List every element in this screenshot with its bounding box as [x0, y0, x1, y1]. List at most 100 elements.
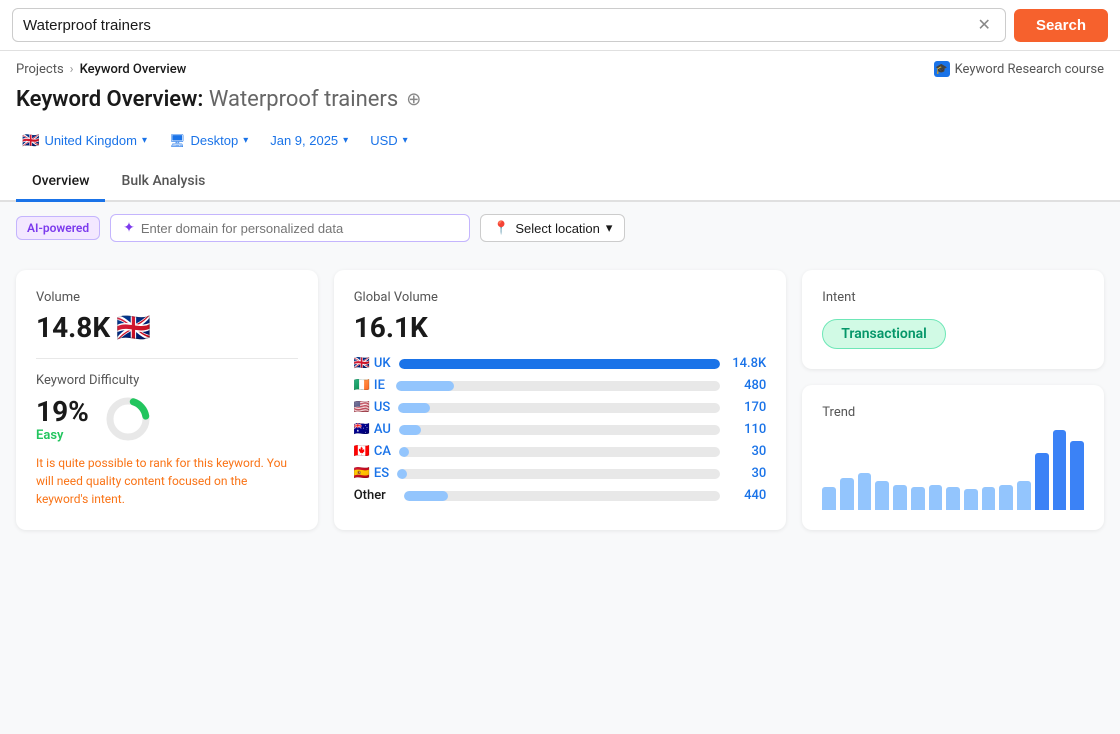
volume-label: Volume — [36, 290, 298, 305]
ie-flag: 🇮🇪 — [354, 378, 370, 393]
page-title: Keyword Overview: Waterproof trainers — [16, 87, 398, 112]
bar-val-us: 170 — [728, 400, 766, 415]
currency-filter[interactable]: USD ▾ — [364, 129, 413, 152]
currency-chevron-icon: ▾ — [403, 135, 408, 146]
bar-track-es — [397, 469, 720, 479]
country-us: 🇺🇸 US — [354, 400, 391, 415]
ai-powered-badge: AI-powered — [16, 216, 100, 240]
keyword-course-link[interactable]: 🎓 Keyword Research course — [934, 61, 1104, 77]
kd-difficulty-label: Easy — [36, 428, 89, 443]
tabs-row: Overview Bulk Analysis — [0, 163, 1120, 202]
trend-bar-6 — [929, 485, 943, 510]
trend-card: Trend — [802, 385, 1104, 530]
bar-fill-uk — [399, 359, 721, 369]
bar-row-au: 🇦🇺 AU 110 — [354, 422, 767, 437]
us-flag: 🇺🇸 — [354, 400, 370, 415]
bar-val-es: 30 — [728, 466, 766, 481]
country-au: 🇦🇺 AU — [354, 422, 391, 437]
es-flag: 🇪🇸 — [354, 466, 370, 481]
location-pin-icon: 📍 — [493, 220, 509, 236]
course-link-label: Keyword Research course — [955, 62, 1104, 77]
breadcrumb-projects[interactable]: Projects — [16, 62, 64, 77]
sparkle-icon: ✦ — [123, 220, 135, 236]
kd-label: Keyword Difficulty — [36, 373, 298, 388]
trend-bar-4 — [893, 485, 907, 510]
course-icon: 🎓 — [934, 61, 950, 77]
trend-bar-13 — [1053, 430, 1067, 510]
ca-flag: 🇨🇦 — [354, 444, 370, 459]
bar-track-uk — [399, 359, 721, 369]
volume-value: 14.8K 🇬🇧 — [36, 311, 298, 344]
bar-row-us: 🇺🇸 US 170 — [354, 400, 767, 415]
country-ca: 🇨🇦 CA — [354, 444, 391, 459]
date-label: Jan 9, 2025 — [270, 133, 338, 148]
ai-bar: AI-powered ✦ 📍 Select location ▾ — [0, 202, 1120, 254]
search-button[interactable]: Search — [1014, 9, 1108, 42]
trend-label: Trend — [822, 405, 1084, 420]
location-chevron-icon: ▾ — [142, 135, 147, 146]
tab-bulk-analysis[interactable]: Bulk Analysis — [105, 163, 221, 202]
location-select-chevron-icon: ▾ — [606, 220, 613, 236]
breadcrumb-bar: Projects › Keyword Overview 🎓 Keyword Re… — [0, 51, 1120, 81]
card-divider — [36, 358, 298, 359]
bar-row-ca: 🇨🇦 CA 30 — [354, 444, 767, 459]
location-filter[interactable]: 🇬🇧 United Kingdom ▾ — [16, 128, 153, 153]
bar-val-au: 110 — [728, 422, 766, 437]
bar-fill-ie — [396, 381, 454, 391]
au-flag: 🇦🇺 — [354, 422, 370, 437]
trend-bar-11 — [1017, 481, 1031, 510]
global-volume-card: Global Volume 16.1K 🇬🇧 UK 14.8K 🇮🇪 IE 48… — [334, 270, 787, 530]
location-select-label: Select location — [515, 221, 600, 236]
filters-row: 🇬🇧 United Kingdom ▾ 🖥 Desktop ▾ Jan 9, 2… — [0, 122, 1120, 163]
bar-val-other: 440 — [728, 488, 766, 503]
location-label: United Kingdom — [44, 133, 137, 148]
country-other: Other — [354, 488, 396, 503]
tab-overview[interactable]: Overview — [16, 163, 105, 202]
bar-val-uk: 14.8K — [728, 356, 766, 371]
trend-bar-1 — [840, 478, 854, 510]
intent-label: Intent — [822, 290, 1084, 305]
bar-track-ca — [399, 447, 720, 457]
bar-track-us — [398, 403, 720, 413]
bar-row-other: Other 440 — [354, 488, 767, 503]
ai-domain-input[interactable] — [141, 221, 457, 236]
device-filter[interactable]: 🖥 Desktop ▾ — [163, 129, 254, 153]
desktop-icon: 🖥 — [169, 133, 186, 149]
kd-percentage: 19% — [36, 395, 89, 428]
global-volume-label: Global Volume — [354, 290, 767, 305]
trend-bar-8 — [964, 489, 978, 510]
bar-fill-other — [404, 491, 448, 501]
uk-flag: 🇬🇧 — [354, 356, 370, 371]
kd-description: It is quite possible to rank for this ke… — [36, 454, 298, 508]
trend-bar-12 — [1035, 453, 1049, 510]
date-filter[interactable]: Jan 9, 2025 ▾ — [264, 129, 354, 152]
search-input[interactable] — [23, 17, 974, 34]
volume-flag-icon: 🇬🇧 — [116, 311, 151, 344]
country-es: 🇪🇸 ES — [354, 466, 389, 481]
intent-card: Intent Transactional — [802, 270, 1104, 369]
clear-button[interactable]: ✕ — [974, 15, 995, 35]
right-column: Intent Transactional Trend — [802, 270, 1104, 530]
cards-area: Volume 14.8K 🇬🇧 Keyword Difficulty 19% E… — [0, 254, 1120, 546]
add-to-list-button[interactable]: ⊕ — [406, 89, 421, 110]
select-location-button[interactable]: 📍 Select location ▾ — [480, 214, 625, 242]
kd-donut-chart — [103, 394, 153, 444]
bar-fill-ca — [399, 447, 409, 457]
trend-bar-10 — [999, 485, 1013, 510]
bar-track-au — [399, 425, 720, 435]
ai-domain-input-wrapper: ✦ — [110, 214, 470, 242]
volume-kd-card: Volume 14.8K 🇬🇧 Keyword Difficulty 19% E… — [16, 270, 318, 530]
device-chevron-icon: ▾ — [243, 135, 248, 146]
device-label: Desktop — [190, 133, 238, 148]
bar-fill-es — [397, 469, 407, 479]
trend-bars — [822, 430, 1084, 510]
kd-value-wrap: 19% Easy — [36, 395, 89, 443]
trend-bar-3 — [875, 481, 889, 510]
search-input-wrapper: ✕ — [12, 8, 1006, 42]
bar-track-other — [404, 491, 721, 501]
currency-label: USD — [370, 133, 397, 148]
bar-row-ie: 🇮🇪 IE 480 — [354, 378, 767, 393]
search-bar: ✕ Search — [0, 0, 1120, 51]
bar-val-ie: 480 — [728, 378, 766, 393]
breadcrumb-current: Keyword Overview — [80, 62, 187, 77]
